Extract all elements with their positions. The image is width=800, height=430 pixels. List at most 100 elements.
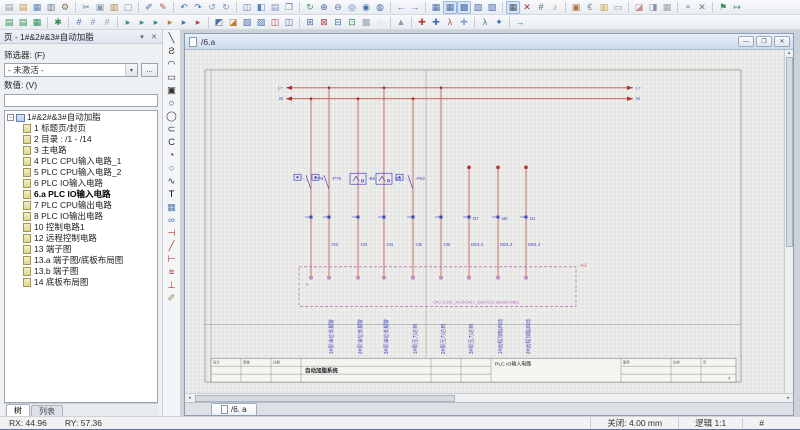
toolbar-icon[interactable] [44, 16, 51, 29]
toolbar-icon[interactable]: ▥ [107, 1, 121, 14]
drawing-tool-icon[interactable]: ╱ [165, 240, 179, 253]
toolbar-icon[interactable]: ♪ [548, 1, 562, 14]
toolbar-icon[interactable]: ▩ [457, 1, 471, 14]
toolbar-icon[interactable]: ▭ [611, 1, 625, 14]
toolbar-icon[interactable]: ⚑ [716, 1, 730, 14]
toolbar-icon[interactable]: ✚ [415, 16, 429, 29]
tree-item-page[interactable]: 14 底板布局图 [7, 277, 157, 288]
toolbar-icon[interactable] [233, 1, 240, 14]
drawing-tool-icon[interactable]: ∞ [165, 214, 179, 227]
drawing-tool-icon[interactable]: C [165, 136, 179, 149]
tree-item-page[interactable]: 13.b 端子图 [7, 266, 157, 277]
filter-select[interactable]: - 未激活 - ▾ [4, 63, 138, 77]
toolbar-icon[interactable] [422, 1, 429, 14]
toolbar-icon[interactable] [506, 16, 513, 29]
drawing-tool-icon[interactable]: Ƨ [165, 45, 179, 58]
toolbar-icon[interactable] [296, 16, 303, 29]
toolbar-icon[interactable]: ← [394, 1, 408, 14]
panel-menu-button[interactable]: ▾ [136, 31, 148, 42]
drawing-tool-icon[interactable]: ▭ [165, 71, 179, 84]
drawing-tool-icon[interactable]: ◔ [165, 149, 179, 162]
toolbar-icon[interactable]: ✱ [51, 16, 65, 29]
pages-tree[interactable]: − 1#&2#&3#自动加脂 1 标题页/封页 2 目录 : /1 - /14 [4, 110, 158, 403]
toolbar-icon[interactable]: λ [478, 16, 492, 29]
toolbar-icon[interactable]: ▣ [569, 1, 583, 14]
scroll-up-icon[interactable]: ▴ [785, 50, 794, 56]
toolbar-icon[interactable]: ⚙ [58, 1, 72, 14]
tree-item-page[interactable]: 13.a 端子图/底板布局图 [7, 255, 157, 266]
toolbar-icon[interactable]: ▤ [268, 1, 282, 14]
toolbar-icon[interactable]: → [513, 16, 527, 29]
tree-item-page[interactable]: 5 PLC CPU输入电路_2 [7, 167, 157, 178]
toolbar-icon[interactable]: € [583, 1, 597, 14]
toolbar-icon[interactable]: # [86, 16, 100, 29]
toolbar-icon[interactable]: ▤ [16, 1, 30, 14]
toolbar-icon[interactable]: ⊖ [331, 1, 345, 14]
toolbar-icon[interactable]: ▸ [177, 16, 191, 29]
horizontal-scroll-thumb[interactable] [195, 395, 455, 402]
toolbar-icon[interactable]: ✂ [79, 1, 93, 14]
tree-item-page[interactable]: 7 PLC CPU输出电路 [7, 200, 157, 211]
toolbar-icon[interactable] [709, 1, 716, 14]
toolbar-icon[interactable]: ↺ [205, 1, 219, 14]
tree-item-page[interactable]: 6.a PLC IO输入电路 [7, 189, 157, 200]
toolbar-icon[interactable]: ◎ [345, 1, 359, 14]
tab-tree[interactable]: 树 [6, 404, 30, 416]
tree-item-page[interactable]: 13 端子图 [7, 244, 157, 255]
toolbar-icon[interactable]: ✕ [695, 1, 709, 14]
restore-button[interactable]: ❐ [756, 36, 772, 47]
toolbar-icon[interactable]: ▦ [443, 1, 457, 14]
components[interactable]: -P70 -P79 [294, 173, 425, 189]
toolbar-icon[interactable]: ▩ [359, 16, 373, 29]
toolbar-icon[interactable]: ▤ [2, 1, 16, 14]
toolbar-icon[interactable]: ↻ [219, 1, 233, 14]
tree-item-page[interactable]: 10 控制电路1 [7, 222, 157, 233]
tree-item-page[interactable]: 3 主电路 [7, 145, 157, 156]
toolbar-icon[interactable]: ◌ [373, 16, 387, 29]
toolbar-icon[interactable]: ▲ [394, 16, 408, 29]
drawing-tool-icon[interactable]: ○ [165, 97, 179, 110]
toolbar-icon[interactable]: ▦ [30, 1, 44, 14]
toolbar-icon[interactable]: ▦ [506, 1, 520, 14]
toolbar-icon[interactable]: ✚ [429, 16, 443, 29]
wires[interactable] [310, 86, 528, 276]
toolbar-icon[interactable] [114, 16, 121, 29]
drawing-tool-icon[interactable]: ◠ [165, 58, 179, 71]
toolbar-icon[interactable] [296, 1, 303, 14]
toolbar-icon[interactable]: ◉ [359, 1, 373, 14]
toolbar-icon[interactable]: ▥ [597, 1, 611, 14]
toolbar-icon[interactable]: ⚬ [681, 1, 695, 14]
vertical-scroll-thumb[interactable] [786, 57, 793, 247]
toolbar-icon[interactable]: ▥ [44, 1, 58, 14]
plc-card[interactable]: 1x -A1 CPU 1215C_AC/DC/RLY_(6ES7215-1BG4… [299, 263, 587, 307]
toolbar-icon[interactable]: ◨ [646, 1, 660, 14]
tree-item-page[interactable]: 2 目录 : /1 - /14 [7, 134, 157, 145]
toolbar-icon[interactable] [408, 16, 415, 29]
drawing-tool-icon[interactable]: ⊂ [165, 123, 179, 136]
toolbar-icon[interactable]: ◫ [282, 16, 296, 29]
toolbar-icon[interactable]: ↦ [730, 1, 744, 14]
toolbar-icon[interactable]: # [72, 16, 86, 29]
filter-browse-button[interactable]: ... [141, 63, 158, 77]
toolbar-icon[interactable]: ▤ [16, 16, 30, 29]
minimize-button[interactable]: — [738, 36, 754, 47]
toolbar-icon[interactable]: ◪ [632, 1, 646, 14]
toolbar-icon[interactable]: ❐ [282, 1, 296, 14]
drawing-tool-icon[interactable]: ╲ [165, 32, 179, 45]
toolbar-icon[interactable]: ⊠ [317, 16, 331, 29]
toolbar-icon[interactable]: λ [443, 16, 457, 29]
toolbar-icon[interactable]: ▦ [429, 1, 443, 14]
toolbar-icon[interactable]: # [100, 16, 114, 29]
toolbar-icon[interactable]: ▸ [149, 16, 163, 29]
page-tab-current[interactable]: /6. a [211, 403, 257, 415]
drawing-tool-icon[interactable]: ⊥ [165, 279, 179, 292]
tab-list[interactable]: 列表 [31, 405, 63, 416]
toolbar-icon[interactable]: ▨ [471, 1, 485, 14]
chevron-down-icon[interactable]: ▾ [125, 64, 137, 76]
drawing-tool-icon[interactable]: ∿ [165, 175, 179, 188]
vertical-scrollbar[interactable]: ▴ [784, 50, 793, 393]
toolbar-icon[interactable]: ▸ [135, 16, 149, 29]
toolbar-icon[interactable] [65, 16, 72, 29]
tree-root-item[interactable]: − 1#&2#&3#自动加脂 [7, 112, 157, 123]
toolbar-icon[interactable] [170, 1, 177, 14]
